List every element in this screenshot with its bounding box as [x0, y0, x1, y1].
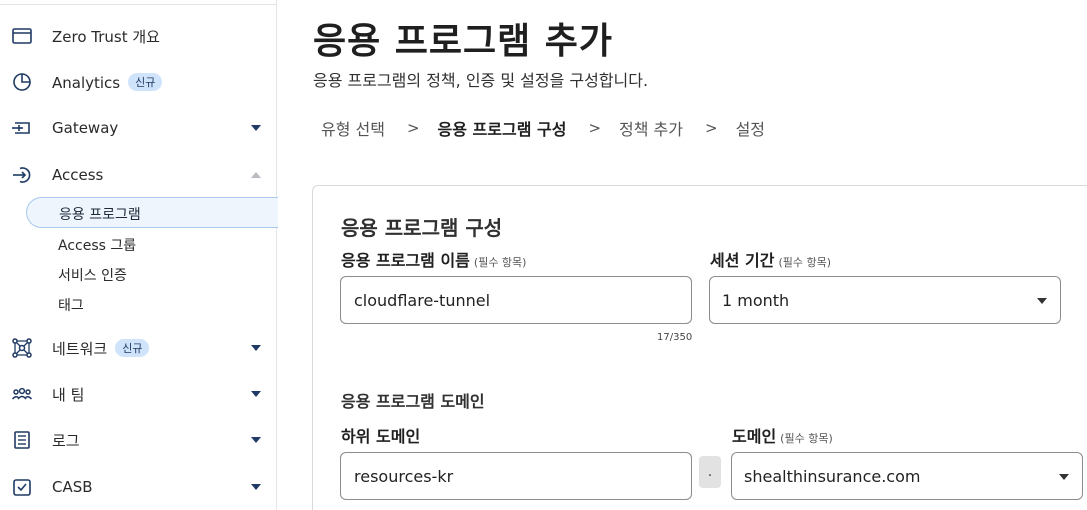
- breadcrumb-separator: >: [705, 119, 718, 137]
- breadcrumb-step-select-type[interactable]: 유형 선택: [321, 116, 385, 140]
- breadcrumb-separator: >: [406, 119, 420, 137]
- sidebar-subitem-access-groups[interactable]: Access 그룹: [58, 235, 136, 255]
- sidebar-subitem-label: 응용 프로그램: [59, 207, 141, 223]
- field-label-text: 세션 기간: [710, 251, 775, 270]
- required-hint: (필수 항목): [778, 256, 832, 269]
- chevron-down-icon: [251, 484, 261, 490]
- breadcrumb-step-configure-app[interactable]: 응용 프로그램 구성: [438, 116, 567, 140]
- field-label-text: 응용 프로그램 이름: [341, 251, 470, 270]
- sidebar-item-overview[interactable]: Zero Trust 개요: [0, 19, 276, 53]
- breadcrumb: 유형 선택 > 응용 프로그램 구성 > 정책 추가 > 설정: [321, 116, 765, 140]
- sidebar-item-text: 네트워크 신규: [52, 338, 150, 359]
- chevron-up-icon: [251, 172, 261, 178]
- card-title: 응용 프로그램 구성: [341, 216, 503, 240]
- sidebar-divider: [0, 4, 277, 5]
- sidebar-item-label: Analytics: [52, 73, 121, 92]
- casb-icon: [11, 476, 33, 498]
- session-duration-select[interactable]: 1 month: [709, 276, 1061, 324]
- breadcrumb-separator: >: [588, 119, 602, 137]
- sidebar-subitem-tags[interactable]: 태그: [58, 295, 84, 315]
- sidebar-item-label: 로그: [52, 431, 80, 450]
- sidebar: Zero Trust 개요 Analytics 신규 Gateway Access…: [0, 0, 278, 510]
- sidebar-item-access[interactable]: Access: [0, 158, 276, 192]
- new-badge: 신규: [128, 72, 163, 91]
- chevron-down-icon: [251, 345, 261, 351]
- app-config-card: 응용 프로그램 구성 응용 프로그램 이름(필수 항목) 17/350 세션 기…: [312, 185, 1087, 510]
- sidebar-item-logs[interactable]: 로그: [0, 423, 276, 457]
- page-title: 응용 프로그램 추가: [313, 21, 614, 62]
- main-content: 응용 프로그램 추가 응용 프로그램의 정책, 인증 및 설정을 구성합니다. …: [277, 0, 1087, 510]
- sidebar-item-label: Zero Trust 개요: [52, 27, 160, 46]
- sidebar-subitem-service-auth[interactable]: 서비스 인증: [58, 265, 127, 285]
- select-value: 1 month: [722, 291, 790, 310]
- chevron-down-icon: [1059, 474, 1069, 480]
- sidebar-item-text: Analytics 신규: [52, 72, 163, 92]
- chevron-down-icon: [251, 391, 261, 397]
- sidebar-item-analytics[interactable]: Analytics 신규: [0, 65, 276, 99]
- field-label-text: 하위 도메인: [341, 427, 421, 446]
- chevron-down-icon: [1037, 298, 1047, 304]
- sidebar-item-gateway[interactable]: Gateway: [0, 111, 276, 145]
- breadcrumb-step-settings[interactable]: 설정: [736, 116, 765, 140]
- sidebar-item-label: Access: [52, 166, 104, 184]
- chevron-down-icon: [251, 125, 261, 131]
- required-hint: (필수 항목): [473, 256, 527, 269]
- app-name-label: 응용 프로그램 이름 (필수 항목): [341, 247, 526, 271]
- logs-icon: [11, 429, 33, 451]
- sidebar-item-network[interactable]: 네트워크 신규: [0, 331, 276, 365]
- subdomain-input[interactable]: [340, 452, 692, 500]
- browser-window-icon: [11, 25, 33, 47]
- sidebar-item-label: CASB: [52, 478, 93, 496]
- sidebar-item-team[interactable]: 내 팀: [0, 377, 276, 411]
- sidebar-item-label: 네트워크: [52, 339, 108, 358]
- sidebar-subitem-applications[interactable]: 응용 프로그램: [26, 197, 278, 228]
- domain-select[interactable]: shealthinsurance.com: [731, 452, 1083, 500]
- sidebar-item-label: Gateway: [52, 119, 119, 137]
- char-counter: 17/350: [657, 332, 693, 343]
- field-label-text: 도메인: [732, 427, 777, 446]
- domain-dot-separator: .: [699, 456, 721, 488]
- chevron-down-icon: [251, 437, 261, 443]
- app-name-input[interactable]: [340, 276, 692, 324]
- sidebar-item-label: 내 팀: [52, 385, 85, 404]
- domain-label: 도메인 (필수 항목): [732, 423, 833, 447]
- session-duration-label: 세션 기간 (필수 항목): [710, 247, 831, 271]
- team-icon: [11, 383, 33, 405]
- gateway-icon: [11, 117, 33, 139]
- sidebar-item-casb[interactable]: CASB: [0, 470, 276, 504]
- new-badge: 신규: [115, 338, 150, 357]
- pie-chart-icon: [11, 71, 33, 93]
- breadcrumb-step-add-policy[interactable]: 정책 추가: [619, 116, 683, 140]
- required-hint: (필수 항목): [780, 432, 833, 445]
- network-icon: [11, 337, 33, 359]
- select-value: shealthinsurance.com: [744, 467, 921, 486]
- subdomain-label: 하위 도메인: [341, 423, 420, 447]
- app-domain-heading: 응용 프로그램 도메인: [341, 392, 485, 411]
- access-icon: [11, 164, 33, 186]
- page-subtitle: 응용 프로그램의 정책, 인증 및 설정을 구성합니다.: [313, 71, 649, 90]
